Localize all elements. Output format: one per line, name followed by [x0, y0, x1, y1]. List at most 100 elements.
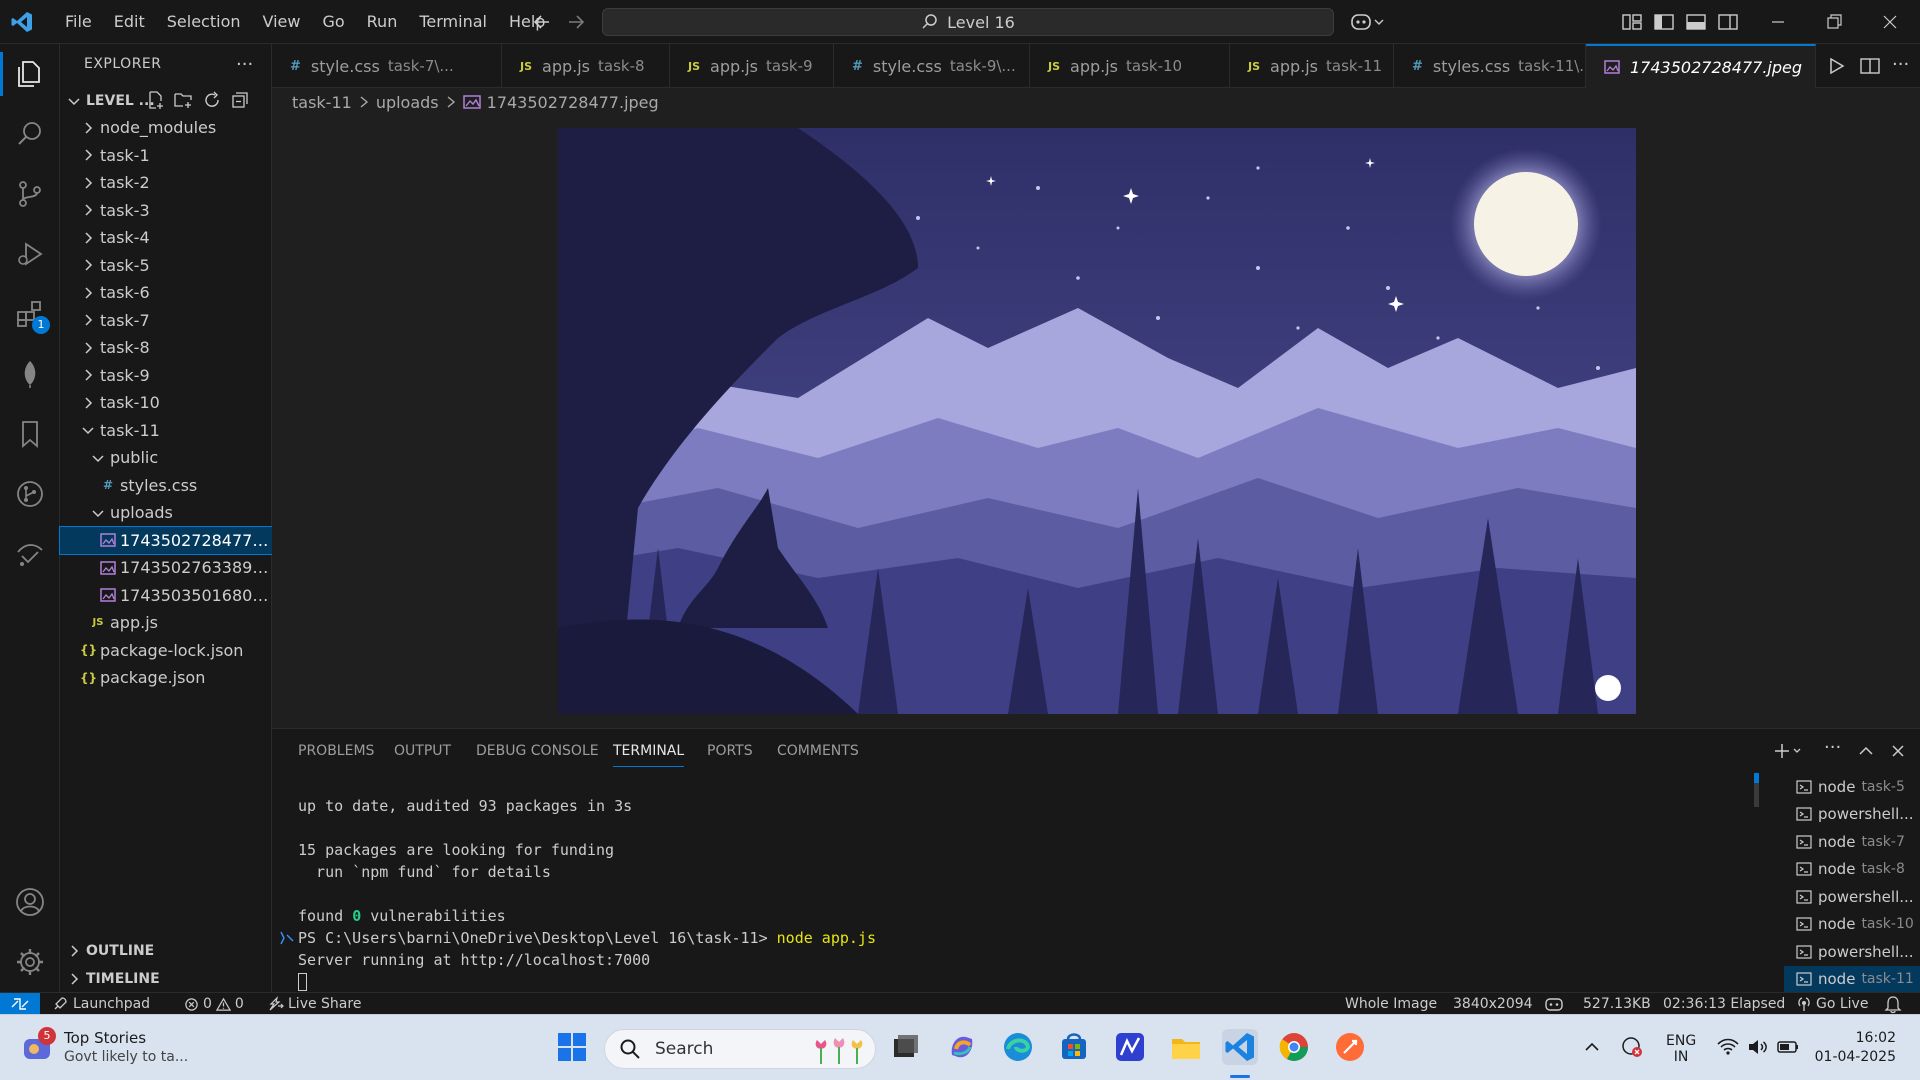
taskbar-search[interactable]: Search	[604, 1029, 876, 1069]
tab-comments[interactable]: COMMENTS	[777, 743, 859, 759]
terminal-instance[interactable]: powershell...	[1784, 801, 1920, 828]
search-icon[interactable]	[14, 118, 46, 150]
terminal-instance[interactable]: node task-8	[1784, 856, 1920, 883]
restore-icon[interactable]	[1822, 10, 1846, 34]
tab-problems[interactable]: PROBLEMS	[298, 743, 374, 759]
tree-item[interactable]: task-11	[60, 417, 272, 444]
terminal-instance[interactable]: powershell...	[1784, 883, 1920, 910]
tree-item[interactable]: task-5	[60, 252, 272, 279]
terminal-instance[interactable]: node task-7	[1784, 828, 1920, 855]
tree-item[interactable]: task-1	[60, 142, 272, 169]
settings-gear-icon[interactable]	[14, 946, 46, 978]
tree-item[interactable]: task-2	[60, 169, 272, 196]
copilot-status-icon[interactable]	[1544, 993, 1564, 1015]
menu-terminal[interactable]: Terminal	[408, 0, 498, 44]
tree-item[interactable]: uploads	[60, 499, 272, 526]
timeline-section[interactable]: TIMELINE	[60, 966, 272, 992]
breadcrumb-folder[interactable]: task-11	[292, 93, 352, 112]
tab-output[interactable]: OUTPUT	[394, 743, 451, 759]
collapse-all-icon[interactable]	[230, 90, 250, 110]
launchpad-item[interactable]: Launchpad	[52, 993, 150, 1015]
tree-item[interactable]: 1743502728477.jp...	[59, 525, 273, 555]
new-terminal-icon[interactable]	[1772, 741, 1804, 761]
close-window-icon[interactable]	[1878, 10, 1902, 34]
windows-start-icon[interactable]	[556, 1031, 588, 1063]
news-widget-icon[interactable]: 5	[22, 1027, 56, 1063]
toggle-sidebar-icon[interactable]	[1652, 10, 1676, 34]
math-app-icon[interactable]	[1112, 1029, 1148, 1065]
edge-browser-icon[interactable]	[1000, 1029, 1036, 1065]
mongodb-leaf-icon[interactable]	[14, 358, 46, 390]
tab-debug-console[interactable]: DEBUG CONSOLE	[476, 743, 599, 759]
tree-item[interactable]: task-8	[60, 334, 272, 361]
tree-item[interactable]: task-3	[60, 197, 272, 224]
terminal-cursor[interactable]	[298, 973, 307, 991]
editor-tab[interactable]: JS app.js task-11	[1230, 44, 1394, 88]
outline-section[interactable]: OUTLINE	[60, 938, 272, 964]
tree-item[interactable]: {} package.json	[60, 664, 272, 691]
editor-tab[interactable]: # style.css task-9\...	[834, 44, 1030, 88]
clock[interactable]: 16:02 01-04-2025	[1812, 1029, 1896, 1067]
menu-view[interactable]: View	[252, 0, 312, 44]
tree-item[interactable]: task-7	[60, 307, 272, 334]
tree-item[interactable]: task-10	[60, 389, 272, 416]
tree-item[interactable]: node_modules	[60, 114, 272, 141]
file-explorer-icon[interactable]	[1168, 1029, 1204, 1065]
problems-item[interactable]: 0 0	[184, 993, 244, 1015]
tab-ports[interactable]: PORTS	[707, 743, 753, 759]
customize-layout-icon[interactable]	[1620, 10, 1644, 34]
forward-arrow-icon[interactable]	[564, 10, 588, 34]
command-center-search[interactable]: Level 16	[602, 8, 1334, 36]
copilot-icon[interactable]	[1350, 10, 1386, 34]
terminal-instance[interactable]: node task-10	[1784, 911, 1920, 938]
editor-tab[interactable]: 1743502728477.jpeg	[1586, 44, 1816, 88]
toggle-secondary-sidebar-icon[interactable]	[1716, 10, 1740, 34]
editor-tab[interactable]: # style.css task-7\...	[272, 44, 502, 88]
split-editor-icon[interactable]	[1858, 54, 1882, 78]
zoom-level[interactable]: Whole Image	[1345, 993, 1437, 1015]
input-language[interactable]: ENG IN	[1666, 1033, 1696, 1065]
editor-tab[interactable]: JS app.js task-10	[1030, 44, 1230, 88]
git-graph-icon[interactable]	[14, 478, 46, 510]
breadcrumb-file[interactable]: 1743502728477.jpeg	[487, 93, 659, 112]
vscode-app-icon[interactable]	[1222, 1029, 1258, 1065]
run-debug-icon[interactable]	[14, 238, 46, 270]
terminal-instance[interactable]: powershell...	[1784, 938, 1920, 965]
extensions-icon[interactable]: 1	[14, 298, 50, 334]
explorer-icon[interactable]	[0, 52, 46, 96]
source-control-icon[interactable]	[14, 178, 46, 210]
refresh-icon[interactable]	[202, 90, 222, 110]
menu-run[interactable]: Run	[356, 0, 409, 44]
minimize-icon[interactable]	[1766, 10, 1790, 34]
editor-tab[interactable]: JS app.js task-9	[670, 44, 834, 88]
close-panel-icon[interactable]	[1888, 741, 1908, 761]
tree-item[interactable]: task-6	[60, 279, 272, 306]
run-icon[interactable]	[1824, 54, 1848, 78]
tree-item[interactable]: # styles.css	[60, 472, 272, 499]
menu-file[interactable]: File	[54, 0, 103, 44]
menu-edit[interactable]: Edit	[103, 0, 156, 44]
tree-item[interactable]: task-9	[60, 362, 272, 389]
bookmark-icon[interactable]	[14, 418, 46, 450]
back-arrow-icon[interactable]	[530, 10, 554, 34]
copilot-app-icon[interactable]	[944, 1029, 980, 1065]
new-folder-icon[interactable]	[173, 90, 193, 110]
terminal-instance[interactable]: node task-5	[1784, 773, 1920, 800]
editor-tab[interactable]: JS app.js task-8	[502, 44, 670, 88]
network-blocked-icon[interactable]	[1620, 1035, 1644, 1059]
remote-explorer-icon[interactable]	[14, 538, 46, 570]
notifications-bell-icon[interactable]	[1884, 993, 1902, 1015]
editor-tab[interactable]: # styles.css task-11\...	[1394, 44, 1586, 88]
wifi-icon[interactable]	[1716, 1035, 1740, 1059]
microsoft-store-icon[interactable]	[1056, 1029, 1092, 1065]
terminal-instance[interactable]: node task-11	[1784, 965, 1920, 993]
chevron-up-icon[interactable]	[1582, 1037, 1602, 1057]
more-actions-icon[interactable]: ···	[1824, 737, 1841, 758]
live-share-item[interactable]: Live Share	[268, 993, 361, 1015]
tab-terminal[interactable]: TERMINAL	[613, 743, 685, 767]
tree-item[interactable]: JS app.js	[60, 609, 272, 636]
tree-item[interactable]: public	[60, 444, 272, 471]
go-live-button[interactable]: Go Live	[1796, 993, 1868, 1015]
tree-item[interactable]: 1743503501680.jp...	[60, 582, 272, 609]
news-subtitle[interactable]: Govt likely to ta...	[64, 1049, 188, 1065]
